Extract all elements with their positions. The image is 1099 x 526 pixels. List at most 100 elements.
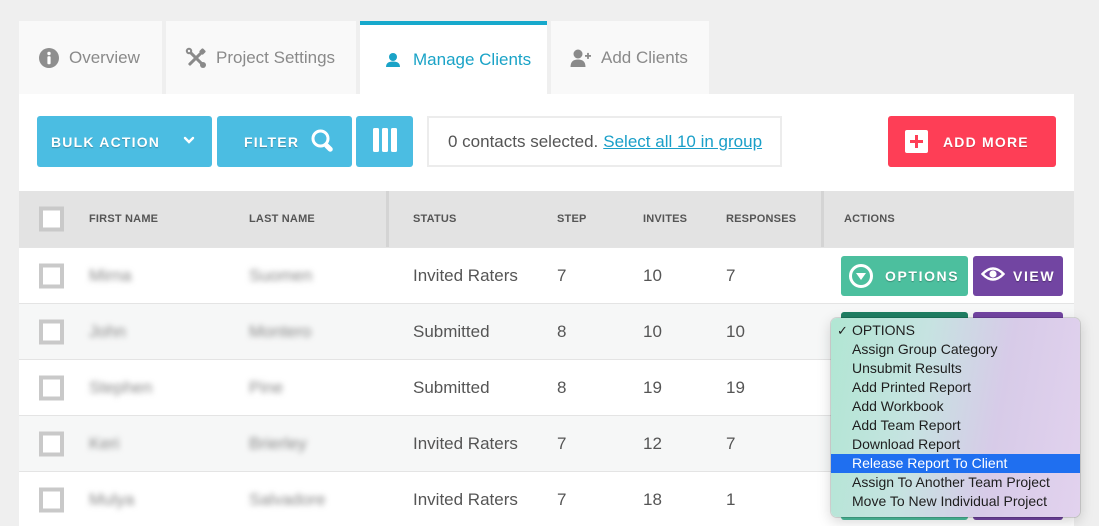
- responses-cell: 19: [726, 377, 745, 397]
- checkmark-icon: ✓: [837, 323, 848, 338]
- column-header-status[interactable]: STATUS: [413, 213, 457, 225]
- tab-overview[interactable]: Overview: [19, 21, 162, 94]
- eye-icon: [980, 266, 1006, 285]
- dropdown-circle-icon: [849, 263, 873, 288]
- status-cell: Invited Raters: [413, 265, 518, 285]
- column-header-step[interactable]: STEP: [557, 213, 587, 225]
- first-name-cell: Mirna: [89, 265, 132, 285]
- invites-cell: 19: [643, 377, 662, 397]
- menu-item-label: Add Team Report: [852, 417, 961, 433]
- responses-cell: 1: [726, 489, 736, 509]
- view-label: VIEW: [1013, 267, 1056, 284]
- bulk-action-dropdown[interactable]: BULK ACTION: [37, 116, 212, 167]
- plus-icon: [905, 130, 928, 153]
- first-name-cell: Mulya: [89, 489, 135, 509]
- last-name-cell: Montero: [249, 321, 312, 341]
- chevron-down-icon: [182, 133, 196, 150]
- add-more-button[interactable]: ADD MORE: [888, 116, 1056, 167]
- step-cell: 8: [557, 377, 567, 397]
- menu-item-label: Add Printed Report: [852, 379, 972, 395]
- menu-item[interactable]: Release Report To Client: [831, 454, 1080, 473]
- options-button[interactable]: OPTIONS: [841, 255, 968, 296]
- table-row: Mirna Suomen Invited Raters 7 10 7 OPTIO…: [19, 247, 1074, 303]
- tab-label: Manage Clients: [413, 49, 532, 69]
- first-name-cell: John: [89, 321, 126, 341]
- first-name-cell: Stephen: [89, 377, 153, 397]
- selection-count-text: 0 contacts selected.: [448, 131, 599, 151]
- invites-cell: 18: [643, 489, 662, 509]
- row-checkbox[interactable]: [39, 375, 64, 400]
- table-header: FIRST NAME LAST NAME STATUS STEP INVITES…: [19, 191, 1074, 247]
- menu-item-label: Release Report To Client: [852, 455, 1008, 471]
- status-cell: Submitted: [413, 377, 490, 397]
- menu-item[interactable]: Assign To Another Team Project: [831, 473, 1080, 492]
- menu-item-label: Download Report: [852, 436, 961, 452]
- view-button[interactable]: VIEW: [973, 255, 1063, 296]
- menu-item[interactable]: Unsubmit Results: [831, 359, 1080, 378]
- menu-item-label: Unsubmit Results: [852, 360, 962, 376]
- options-dropdown-menu: ✓ OPTIONS Assign Group Category Unsubmit Re…: [831, 318, 1080, 517]
- columns-button[interactable]: [356, 116, 413, 167]
- status-cell: Submitted: [413, 321, 490, 341]
- step-cell: 7: [557, 265, 567, 285]
- last-name-cell: Brierley: [249, 433, 307, 453]
- row-checkbox[interactable]: [39, 487, 64, 512]
- menu-item-label: OPTIONS: [852, 322, 916, 338]
- menu-item[interactable]: ✓ OPTIONS: [831, 321, 1080, 340]
- responses-cell: 7: [726, 433, 736, 453]
- last-name-cell: Salvadore: [249, 489, 326, 509]
- tools-icon: [185, 47, 207, 69]
- add-more-label: ADD MORE: [943, 133, 1029, 150]
- step-cell: 8: [557, 321, 567, 341]
- filter-label: FILTER: [244, 133, 300, 150]
- add-user-icon: [570, 47, 592, 69]
- filter-button[interactable]: FILTER: [217, 116, 352, 167]
- menu-item[interactable]: Add Team Report: [831, 416, 1080, 435]
- invites-cell: 10: [643, 265, 662, 285]
- invites-cell: 10: [643, 321, 662, 341]
- select-all-link[interactable]: Select all 10 in group: [603, 132, 762, 152]
- step-cell: 7: [557, 433, 567, 453]
- responses-cell: 10: [726, 321, 745, 341]
- row-checkbox[interactable]: [39, 431, 64, 456]
- info-icon: [38, 47, 60, 69]
- column-header-first-name[interactable]: FIRST NAME: [89, 213, 158, 225]
- tab-label: Add Clients: [601, 47, 688, 67]
- step-cell: 7: [557, 489, 567, 509]
- row-checkbox[interactable]: [39, 319, 64, 344]
- last-name-cell: Pine: [249, 377, 284, 397]
- select-all-checkbox[interactable]: [39, 206, 64, 232]
- column-header-invites[interactable]: INVITES: [643, 213, 687, 225]
- row-checkbox[interactable]: [39, 263, 64, 288]
- column-divider: [386, 191, 389, 247]
- status-cell: Invited Raters: [413, 433, 518, 453]
- column-header-actions: ACTIONS: [844, 213, 895, 225]
- tab-add-clients[interactable]: Add Clients: [551, 21, 709, 94]
- search-icon: [310, 128, 336, 157]
- bulk-action-label: BULK ACTION: [51, 133, 161, 150]
- column-header-last-name[interactable]: LAST NAME: [249, 213, 315, 225]
- tab-project-settings[interactable]: Project Settings: [166, 21, 356, 94]
- invites-cell: 12: [643, 433, 662, 453]
- menu-item[interactable]: Add Printed Report: [831, 378, 1080, 397]
- tab-label: Overview: [69, 47, 140, 67]
- menu-item-label: Move To New Individual Project: [852, 493, 1048, 509]
- menu-item[interactable]: Add Workbook: [831, 397, 1080, 416]
- last-name-cell: Suomen: [249, 265, 313, 285]
- tab-label: Project Settings: [216, 47, 336, 67]
- menu-item[interactable]: Download Report: [831, 435, 1080, 454]
- menu-item-label: Add Workbook: [852, 398, 944, 414]
- column-divider: [821, 191, 824, 247]
- column-header-responses[interactable]: RESPONSES: [726, 213, 796, 225]
- status-cell: Invited Raters: [413, 489, 518, 509]
- columns-icon: [372, 127, 398, 156]
- tab-manage-clients[interactable]: Manage Clients: [360, 21, 547, 94]
- menu-item-label: Assign To Another Team Project: [852, 474, 1050, 490]
- menu-item[interactable]: Move To New Individual Project: [831, 492, 1080, 511]
- responses-cell: 7: [726, 265, 736, 285]
- menu-item-label: Assign Group Category: [852, 341, 998, 357]
- toolbar: BULK ACTION FILTER 0 contacts selected. …: [37, 116, 1056, 167]
- menu-item[interactable]: Assign Group Category: [831, 340, 1080, 359]
- first-name-cell: Keri: [89, 433, 120, 453]
- options-label: OPTIONS: [885, 267, 960, 284]
